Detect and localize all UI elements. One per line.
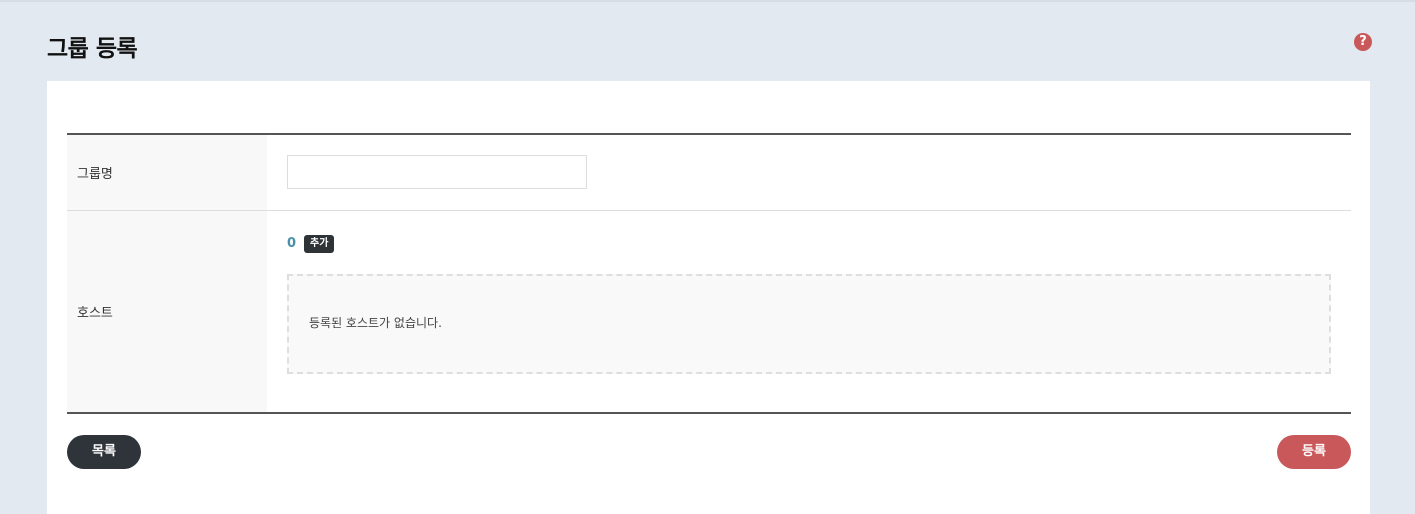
form-table: 그룹명 호스트 0 추가 등록된 호스트가 없습니다.: [67, 133, 1351, 414]
group-name-input[interactable]: [287, 155, 587, 189]
form-panel: 그룹명 호스트 0 추가 등록된 호스트가 없습니다. 목록 등록: [47, 81, 1370, 514]
group-name-label: 그룹명: [67, 135, 267, 210]
register-button[interactable]: 등록: [1277, 435, 1351, 469]
host-label: 호스트: [67, 211, 267, 412]
host-row: 호스트 0 추가 등록된 호스트가 없습니다.: [67, 211, 1351, 412]
group-name-row: 그룹명: [67, 135, 1351, 211]
top-border: [0, 0, 1415, 2]
group-name-value-cell: [267, 135, 1351, 210]
host-count: 0: [287, 236, 297, 251]
page-title: 그룹 등록: [47, 36, 138, 62]
list-button[interactable]: 목록: [67, 435, 141, 469]
question-circle-icon[interactable]: ?: [1354, 33, 1372, 51]
host-empty-message: 등록된 호스트가 없습니다.: [309, 316, 442, 330]
host-list-box: 등록된 호스트가 없습니다.: [287, 274, 1331, 374]
host-value-cell: 0 추가 등록된 호스트가 없습니다.: [267, 211, 1351, 412]
add-host-button[interactable]: 추가: [304, 235, 335, 253]
